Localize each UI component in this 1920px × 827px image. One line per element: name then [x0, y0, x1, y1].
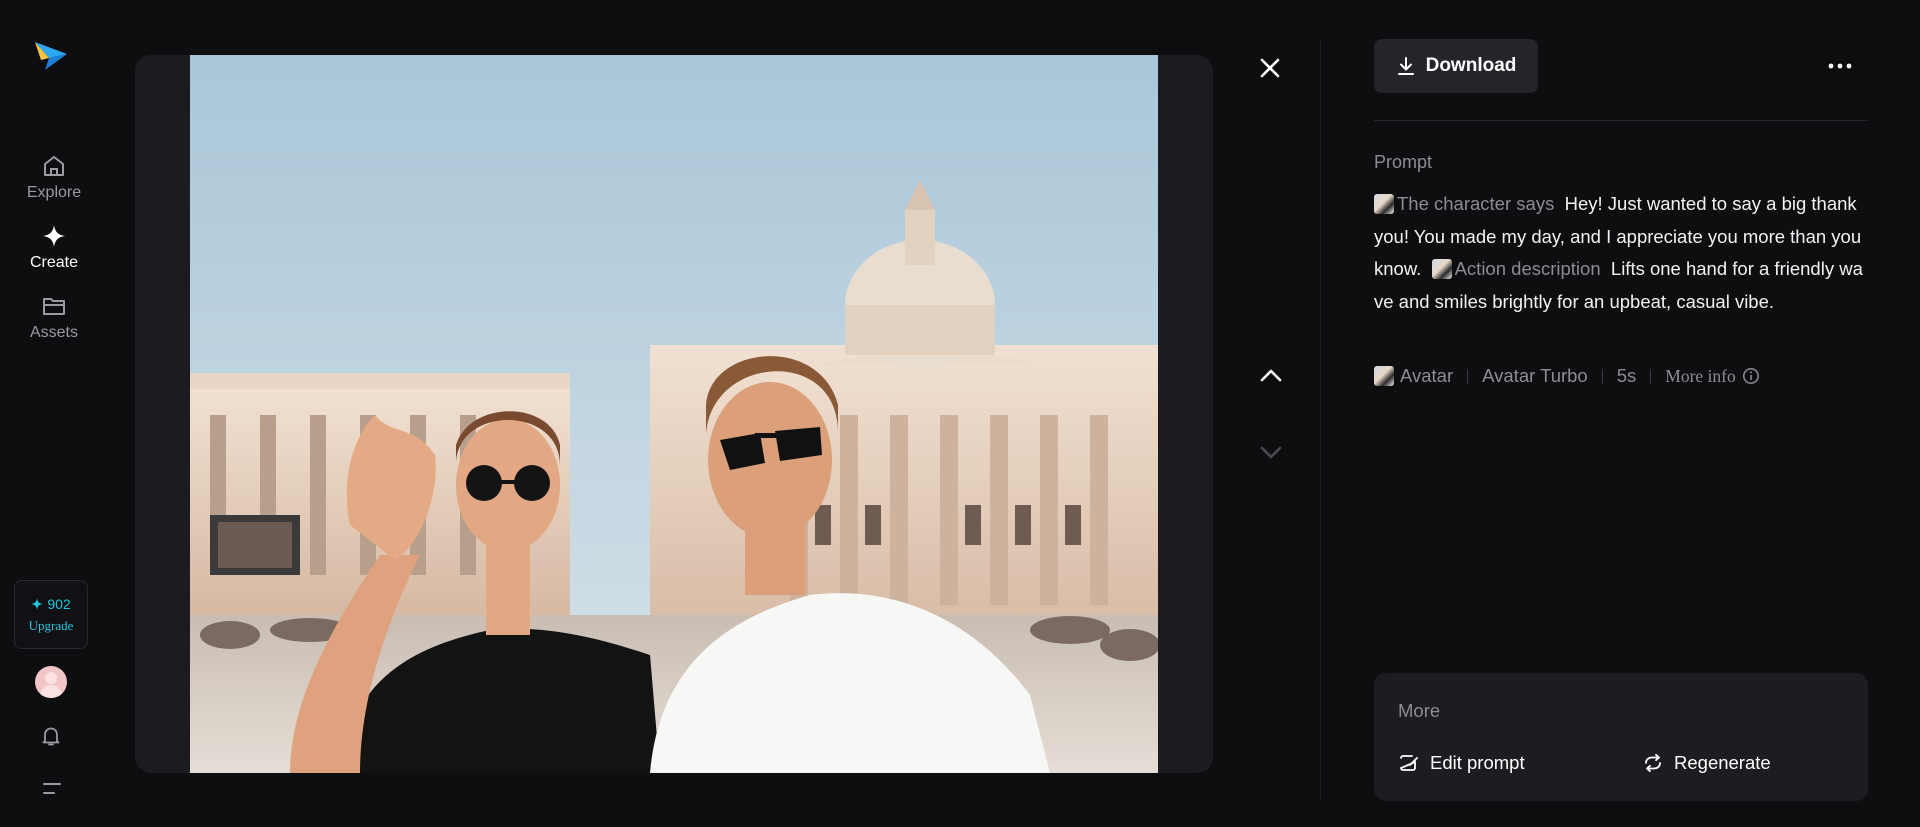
- meta-model: Avatar Turbo: [1482, 365, 1588, 386]
- download-label: Download: [1425, 55, 1517, 76]
- sidebar-item-label: Create: [29, 254, 79, 271]
- action-thumbnail: [1431, 259, 1452, 279]
- character-thumbnail: [1374, 194, 1394, 214]
- logo-icon[interactable]: [33, 36, 69, 74]
- home-icon: [40, 152, 68, 180]
- avatar-thumbnail: [1374, 366, 1394, 386]
- download-icon: [1397, 57, 1414, 75]
- edit-prompt-button[interactable]: Edit prompt: [1398, 752, 1525, 774]
- prompt-title: Prompt: [1374, 152, 1433, 172]
- more-info-link[interactable]: More info: [1665, 366, 1759, 387]
- meta-duration: 5s: [1616, 365, 1637, 386]
- separator: [1650, 368, 1652, 384]
- upgrade-label: Upgrade: [28, 617, 74, 633]
- menu-icon[interactable]: [40, 779, 64, 799]
- sparkle-icon: [40, 222, 68, 250]
- separator: [1601, 368, 1603, 384]
- divider: [1374, 120, 1868, 121]
- chevron-down-icon[interactable]: [1253, 434, 1289, 470]
- avatar[interactable]: [35, 666, 67, 698]
- credits-count: 902: [31, 596, 71, 612]
- info-icon: [1742, 368, 1759, 384]
- more-options-button[interactable]: [1822, 52, 1858, 80]
- more-card: More Edit prompt Regenerate: [1374, 673, 1868, 801]
- sidebar-item-label: Explore: [26, 184, 82, 201]
- regenerate-button[interactable]: Regenerate: [1642, 752, 1771, 774]
- sidebar-item-assets[interactable]: Assets: [0, 292, 108, 342]
- meta-type: Avatar: [1400, 365, 1454, 386]
- generation-meta: Avatar Avatar Turbo 5s More info: [1374, 362, 1760, 390]
- image-viewer: [135, 55, 1213, 773]
- regenerate-icon: [1645, 753, 1661, 773]
- credits-upgrade-button[interactable]: 902 Upgrade: [14, 580, 88, 649]
- chevron-up-icon[interactable]: [1253, 358, 1289, 394]
- panel-divider: [1320, 40, 1321, 800]
- more-horizontal-icon: [1828, 63, 1852, 69]
- sidebar-item-create[interactable]: Create: [0, 222, 108, 272]
- edit-icon: [1400, 755, 1418, 771]
- action-tag: Action description: [1454, 258, 1601, 279]
- folder-icon: [40, 292, 68, 320]
- prompt-text: The character says Hey! Just wanted to s…: [1374, 188, 1868, 318]
- download-button[interactable]: Download: [1374, 39, 1538, 93]
- close-icon[interactable]: [1252, 50, 1288, 86]
- separator: [1467, 368, 1469, 384]
- sidebar-item-label: Assets: [29, 324, 78, 341]
- sidebar: Explore Create Assets 902 Upgrade: [0, 0, 108, 827]
- character-tag: The character says: [1397, 193, 1555, 214]
- more-title: More: [1398, 700, 1441, 721]
- sidebar-item-explore[interactable]: Explore: [0, 152, 108, 202]
- sparkle-icon: [31, 597, 44, 610]
- generated-image[interactable]: [190, 55, 1158, 773]
- bell-icon[interactable]: [38, 723, 64, 749]
